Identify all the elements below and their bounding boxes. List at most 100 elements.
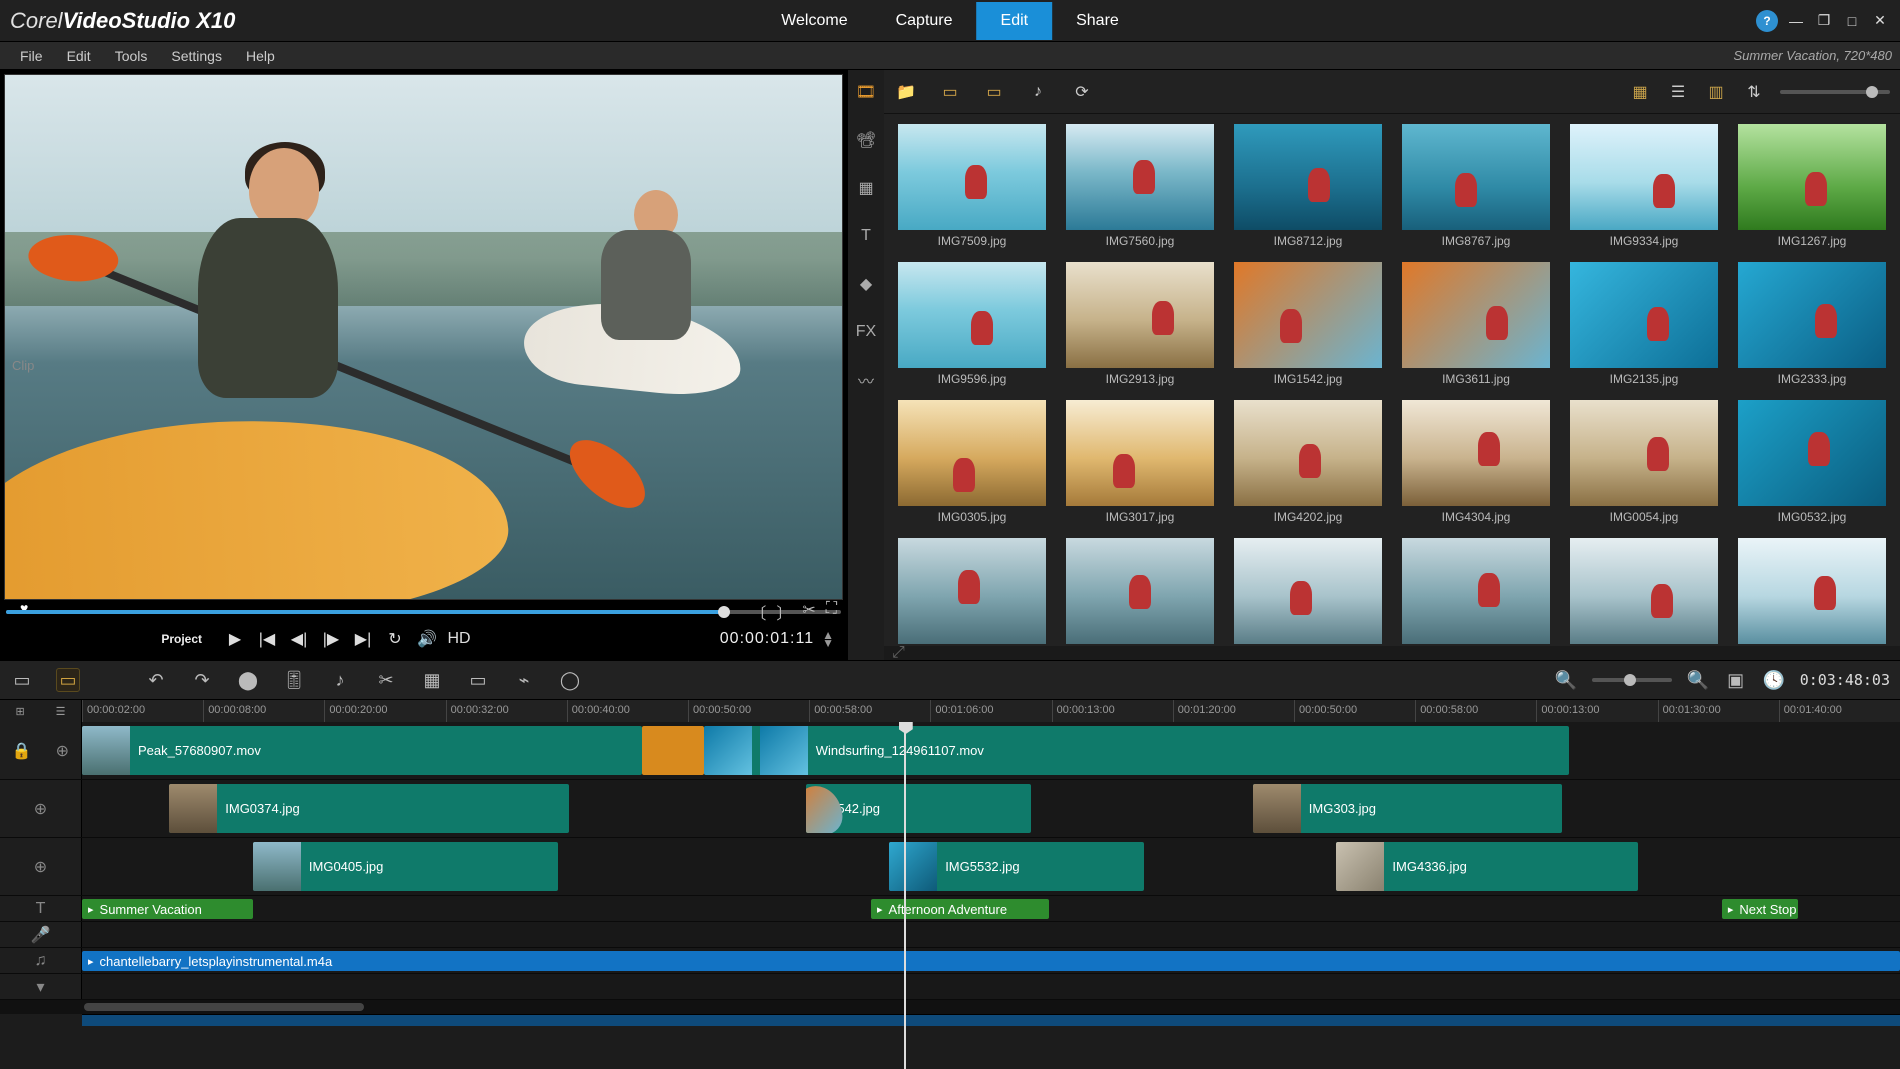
timeline-clip[interactable]: IMG5532.jpg <box>889 842 1144 891</box>
library-thumb[interactable]: IMG4202.jpg <box>1234 400 1382 532</box>
overlay1-track-head[interactable]: ⊕ <box>0 780 82 837</box>
thumbnail-size-slider[interactable] <box>1780 90 1890 94</box>
timeline-clip[interactable]: ▸Next Stop <box>1722 899 1798 919</box>
library-thumb[interactable]: IMG3017.jpg <box>1066 400 1214 532</box>
timeline-clip[interactable]: IMG0374.jpg <box>169 784 569 833</box>
show-photos-icon[interactable]: ▭ <box>982 81 1006 103</box>
library-thumb[interactable] <box>1738 538 1886 646</box>
visibility-icon[interactable]: ⊕ <box>56 741 69 761</box>
timeline-clip[interactable]: IMG1542.jpg <box>806 784 1031 833</box>
undo-icon[interactable]: ↶ <box>144 668 168 692</box>
timeline-clip[interactable]: ▸Summer Vacation <box>82 899 253 919</box>
mixer-icon[interactable]: 🎚 <box>282 668 306 692</box>
library-thumb[interactable] <box>898 538 1046 646</box>
library-thumb[interactable] <box>1402 538 1550 646</box>
playback-mode[interactable]: Project Clip <box>12 633 212 646</box>
minimize-icon[interactable]: — <box>1786 11 1806 31</box>
menu-tools[interactable]: Tools <box>103 44 160 68</box>
voice-lane[interactable] <box>82 922 1900 947</box>
record-icon[interactable]: ⬤ <box>236 668 260 692</box>
fullscreen-icon[interactable]: ⛶ <box>826 600 837 624</box>
timeline-clip[interactable]: ▸chantellebarry_letsplayinstrumental.m4a <box>82 951 1900 971</box>
subtitle-icon[interactable]: ▭ <box>466 668 490 692</box>
overlay2-lane[interactable]: IMG0405.jpg IMG5532.jpg IMG4336.jpg <box>82 838 1900 895</box>
library-thumb[interactable] <box>1066 538 1214 646</box>
library-thumb[interactable]: IMG2135.jpg <box>1570 262 1718 394</box>
library-thumb[interactable] <box>1234 538 1382 646</box>
hd-toggle[interactable]: HD <box>450 630 468 648</box>
restore-icon[interactable]: ❐ <box>1814 11 1834 31</box>
view-thumbnails-icon[interactable]: ▦ <box>1628 81 1652 103</box>
tab-capture[interactable]: Capture <box>872 2 977 40</box>
track-motion-icon[interactable]: ▦ <box>420 668 444 692</box>
libtab-media-icon[interactable]: 🎞 <box>852 78 880 106</box>
mark-in-icon[interactable]: 〔 <box>750 600 766 624</box>
multicam-icon[interactable]: ⌁ <box>512 668 536 692</box>
mode-clip[interactable]: Clip <box>12 74 34 656</box>
storyboard-view-icon[interactable]: ▭ <box>10 668 34 692</box>
lock-icon[interactable]: 🔒 <box>12 741 32 761</box>
tab-share[interactable]: Share <box>1052 2 1143 40</box>
timeline-clip[interactable]: IMG4336.jpg <box>1336 842 1638 891</box>
tab-edit[interactable]: Edit <box>977 2 1053 40</box>
ruler-ticks[interactable]: 00:00:02:0000:00:08:0000:00:20:0000:00:3… <box>82 700 1900 722</box>
scan-icon[interactable]: ⟳ <box>1070 81 1094 103</box>
fit-project-icon[interactable]: ▣ <box>1724 668 1748 692</box>
library-thumb[interactable]: IMG0305.jpg <box>898 400 1046 532</box>
preview-monitor[interactable] <box>4 74 843 600</box>
library-thumb[interactable]: IMG8712.jpg <box>1234 124 1382 256</box>
library-thumb[interactable]: IMG8767.jpg <box>1402 124 1550 256</box>
library-thumb[interactable]: IMG0054.jpg <box>1570 400 1718 532</box>
library-thumb[interactable]: IMG7509.jpg <box>898 124 1046 256</box>
view-grid-icon[interactable]: ▥ <box>1704 81 1728 103</box>
library-thumb[interactable]: IMG7560.jpg <box>1066 124 1214 256</box>
view-list-icon[interactable]: ☰ <box>1666 81 1690 103</box>
library-thumb[interactable]: IMG2913.jpg <box>1066 262 1214 394</box>
timeline-clip[interactable]: Peak_57680907.mov <box>82 726 642 775</box>
auto-music-icon[interactable]: ♪ <box>328 668 352 692</box>
timeline-clip[interactable]: IMG0405.jpg <box>253 842 558 891</box>
libtab-filter-fx-icon[interactable]: FX <box>852 318 880 346</box>
repeat-icon[interactable]: ↻ <box>386 630 404 648</box>
multi-trim-icon[interactable]: ✂ <box>374 668 398 692</box>
preview-scrubber[interactable]: ♥ 〔 〕 ✂ ⛶ <box>6 604 841 622</box>
timecode[interactable]: 00:00:01:11 ▲▼ <box>720 630 835 648</box>
extra-track-head[interactable]: ▾ <box>0 974 82 999</box>
import-folder-icon[interactable]: 📁 <box>894 81 918 103</box>
zoom-slider[interactable] <box>1592 678 1672 682</box>
pan-zoom-icon[interactable]: ◯ <box>558 668 582 692</box>
scrubber-thumb[interactable] <box>718 606 730 618</box>
end-icon[interactable]: ▶| <box>354 630 372 648</box>
show-videos-icon[interactable]: ▭ <box>938 81 962 103</box>
prev-frame-icon[interactable]: ◀| <box>290 630 308 648</box>
overlay2-track-head[interactable]: ⊕ <box>0 838 82 895</box>
overlay1-lane[interactable]: IMG0374.jpg IMG1542.jpg IMG303.jpg <box>82 780 1900 837</box>
timeline-clip[interactable]: IMG303.jpg <box>1253 784 1562 833</box>
sort-icon[interactable]: ⇅ <box>1742 81 1766 103</box>
library-thumb[interactable]: IMG9334.jpg <box>1570 124 1718 256</box>
library-thumb[interactable]: IMG0532.jpg <box>1738 400 1886 532</box>
play-icon[interactable]: ▶ <box>226 630 244 648</box>
maximize-icon[interactable]: □ <box>1842 11 1862 31</box>
timecode-stepper-icon[interactable]: ▲▼ <box>822 631 835 647</box>
extra-lane[interactable] <box>82 974 1900 999</box>
next-frame-icon[interactable]: |▶ <box>322 630 340 648</box>
timeline-hscroll[interactable] <box>0 1000 1900 1014</box>
timeline-clip[interactable] <box>642 726 704 775</box>
library-resize-handle[interactable]: ⤢ <box>884 646 1900 660</box>
toggle-tracks-icon[interactable]: ⊞ <box>15 705 24 718</box>
volume-icon[interactable]: 🔊 <box>418 630 436 648</box>
timeline-clip[interactable]: Windsurfing_124961107.mov <box>704 726 1569 775</box>
visibility-icon[interactable]: ⊕ <box>34 799 47 819</box>
libtab-path-icon[interactable]: 〰 <box>852 366 880 394</box>
video-track-head[interactable]: 🔒⊕ <box>0 722 82 779</box>
library-thumb[interactable]: IMG9596.jpg <box>898 262 1046 394</box>
ruler-menu-icon[interactable]: ☰ <box>56 705 66 718</box>
music-lane[interactable]: ▸chantellebarry_letsplayinstrumental.m4a <box>82 948 1900 973</box>
voice-track-head[interactable]: 🎤 <box>0 922 82 947</box>
menu-file[interactable]: File <box>8 44 55 68</box>
mark-out-icon[interactable]: 〕 <box>776 600 792 624</box>
timeline-clip[interactable]: ▸Afternoon Adventure <box>871 899 1049 919</box>
library-thumb[interactable]: IMG2333.jpg <box>1738 262 1886 394</box>
mode-project[interactable]: Project <box>12 633 202 646</box>
